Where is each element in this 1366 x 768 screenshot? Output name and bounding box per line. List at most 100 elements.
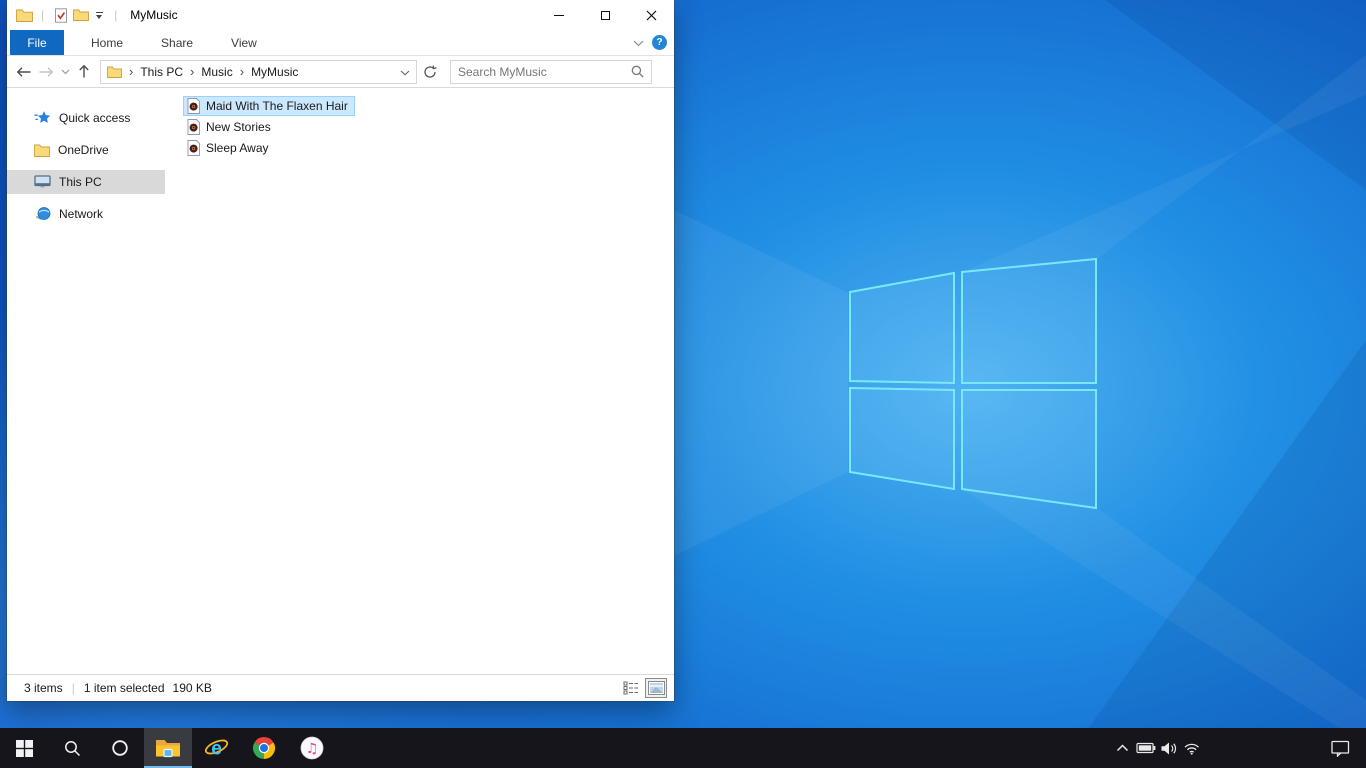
navigation-pane: Quick access OneDrive This PC Network — [7, 89, 165, 674]
taskbar-itunes-button[interactable]: ♫ — [288, 728, 336, 768]
file-name: Maid With The Flaxen Hair — [206, 99, 348, 113]
file-list: Maid With The Flaxen Hair New Stories Sl… — [165, 89, 355, 674]
battery-icon — [1135, 742, 1155, 754]
caption-buttons — [536, 0, 674, 30]
cortana-circle-icon — [112, 740, 128, 756]
crumb-separator[interactable]: › — [190, 65, 194, 78]
tab-home[interactable]: Home — [74, 30, 140, 55]
status-item-count: 3 items — [24, 681, 63, 695]
qat-properties-button[interactable] — [51, 4, 71, 26]
internet-explorer-icon: e — [204, 739, 228, 760]
tray-expand-button[interactable] — [1111, 728, 1134, 768]
forward-button[interactable] — [35, 60, 57, 84]
ribbon-tab-bar: File Home Share View ? — [7, 30, 674, 56]
minimize-button[interactable] — [536, 0, 582, 30]
sidebar-item-label: Quick access — [59, 111, 131, 125]
forward-arrow-icon — [39, 66, 54, 77]
close-button[interactable] — [628, 0, 674, 30]
help-button[interactable]: ? — [652, 35, 667, 50]
crumb-this-pc[interactable]: This PC — [140, 65, 183, 79]
volume-speaker-icon — [1161, 742, 1176, 754]
taskbar-search-button[interactable] — [48, 728, 96, 768]
status-selection: 1 item selected — [83, 681, 165, 695]
network-globe-icon — [36, 207, 51, 220]
properties-check-icon — [55, 7, 68, 23]
file-item[interactable]: Maid With The Flaxen Hair — [183, 96, 355, 116]
window-title: MyMusic — [130, 8, 178, 22]
up-arrow-icon — [79, 64, 89, 78]
app-folder-icon — [14, 4, 34, 26]
search-input[interactable] — [458, 64, 631, 79]
recent-locations-button[interactable] — [57, 60, 73, 84]
chevron-down-icon — [61, 69, 69, 74]
up-button[interactable] — [73, 60, 95, 84]
this-pc-monitor-icon — [34, 175, 51, 188]
action-center-icon — [1331, 740, 1350, 757]
qat-customize-button[interactable] — [91, 4, 107, 26]
crumb-music[interactable]: Music — [201, 65, 232, 79]
file-explorer-icon — [156, 740, 180, 758]
sidebar-item-label: OneDrive — [58, 143, 109, 157]
window-body: Quick access OneDrive This PC Network Ma… — [7, 89, 674, 674]
volume-button[interactable] — [1157, 728, 1180, 768]
title-bar[interactable]: | | MyMusic — [7, 0, 674, 30]
status-separator: | — [71, 681, 75, 695]
search-box — [450, 59, 652, 84]
chevron-up-icon — [1116, 744, 1129, 752]
start-button[interactable] — [0, 728, 48, 768]
qat-new-folder-button[interactable] — [71, 4, 91, 26]
search-icon[interactable] — [631, 65, 644, 78]
sidebar-item-quick-access[interactable]: Quick access — [7, 106, 165, 130]
crumb-separator[interactable]: › — [129, 65, 133, 78]
address-dropdown-button[interactable] — [400, 65, 410, 79]
crumb-mymusic[interactable]: MyMusic — [251, 65, 298, 79]
taskbar: e ♫ — [0, 728, 1366, 768]
windows-start-icon — [15, 739, 33, 757]
back-button[interactable] — [13, 60, 35, 84]
close-icon — [646, 10, 656, 20]
crumb-separator[interactable]: › — [240, 65, 244, 78]
breadcrumb-folder-icon — [107, 66, 122, 78]
tab-share[interactable]: Share — [144, 30, 210, 55]
sidebar-item-label: Network — [59, 207, 104, 221]
maximize-button[interactable] — [582, 0, 628, 30]
tab-view[interactable]: View — [214, 30, 274, 55]
file-name: New Stories — [206, 120, 271, 134]
chrome-icon — [252, 736, 276, 759]
cortana-button[interactable] — [96, 728, 144, 768]
back-arrow-icon — [16, 66, 31, 77]
taskbar-file-explorer-button[interactable] — [144, 728, 192, 768]
thumbnail-view-icon — [647, 681, 665, 695]
file-explorer-window: | | MyMusic File Home Share View ? › Thi… — [7, 0, 674, 701]
maximize-icon — [600, 10, 610, 20]
taskbar-internet-explorer-button[interactable]: e — [192, 728, 240, 768]
taskbar-chrome-button[interactable] — [240, 728, 288, 768]
refresh-button[interactable] — [417, 60, 443, 84]
sidebar-item-onedrive[interactable]: OneDrive — [7, 138, 165, 162]
status-selection-size: 190 KB — [172, 681, 212, 695]
new-folder-icon — [73, 9, 90, 21]
network-button[interactable] — [1180, 728, 1203, 768]
battery-button[interactable] — [1134, 728, 1157, 768]
tab-file[interactable]: File — [10, 30, 64, 55]
sidebar-item-network[interactable]: Network — [7, 202, 165, 226]
details-view-button[interactable] — [620, 678, 642, 698]
qat-caret-chevron-icon — [96, 14, 103, 19]
address-bar[interactable]: › This PC › Music › MyMusic — [100, 59, 417, 84]
music-file-icon — [187, 140, 200, 156]
large-icons-view-button[interactable] — [645, 678, 667, 698]
qat-caret-bar-icon — [95, 11, 103, 13]
file-item[interactable]: New Stories — [183, 117, 278, 137]
titlebar-separator: | — [41, 8, 45, 22]
svg-text:♫: ♫ — [306, 741, 319, 757]
sidebar-item-this-pc[interactable]: This PC — [7, 170, 165, 194]
quick-access-star-icon — [34, 111, 51, 123]
onedrive-folder-icon — [34, 144, 50, 157]
action-center-button[interactable] — [1329, 728, 1352, 768]
chevron-down-icon — [400, 70, 410, 76]
minimize-icon — [554, 14, 564, 16]
ribbon-expand-button[interactable] — [633, 36, 644, 50]
file-item[interactable]: Sleep Away — [183, 138, 276, 158]
sidebar-item-label: This PC — [59, 175, 102, 189]
details-view-icon — [623, 681, 638, 695]
